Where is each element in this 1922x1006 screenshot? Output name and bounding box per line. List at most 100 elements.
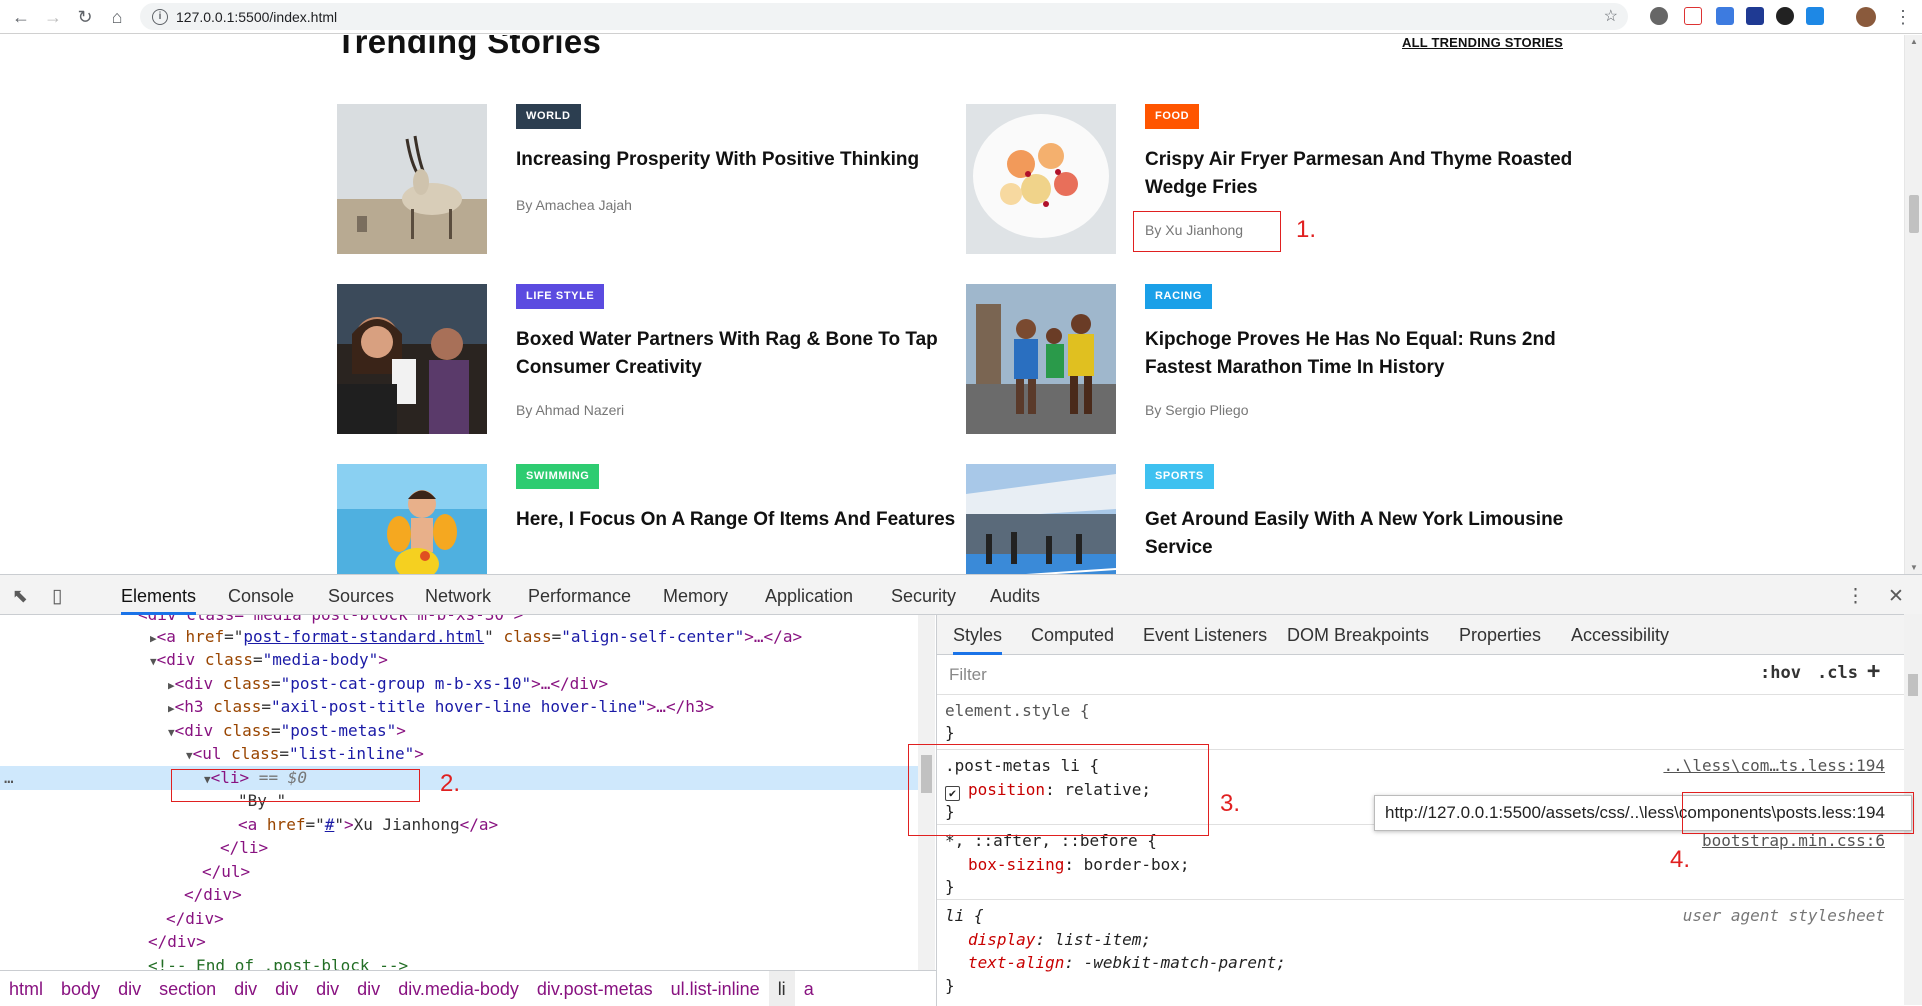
collapsed-triangle-icon[interactable]: ▶ — [168, 702, 175, 715]
tab-audits[interactable]: Audits — [990, 575, 1040, 615]
crumb-section[interactable]: section — [150, 971, 225, 1006]
category-badge[interactable]: RACING — [1145, 284, 1212, 309]
story-author[interactable]: By Amachea Jajah — [516, 197, 632, 213]
forward-icon[interactable]: → — [38, 2, 68, 32]
tab-application[interactable]: Application — [765, 575, 853, 615]
tab-network[interactable]: Network — [425, 575, 491, 615]
dom-node[interactable]: <a href="#">Xu Jianhong</a> — [0, 813, 918, 837]
crumb-div[interactable]: div — [348, 971, 389, 1006]
tab-properties[interactable]: Properties — [1459, 615, 1541, 655]
crumb-list-inline[interactable]: ul.list-inline — [662, 971, 769, 1006]
story-thumbnail-runners[interactable] — [966, 284, 1116, 434]
story-thumbnail-stadium[interactable] — [966, 464, 1116, 574]
story-title[interactable]: Boxed Water Partners With Rag & Bone To … — [516, 326, 956, 382]
story-thumbnail-swimming[interactable] — [337, 464, 487, 574]
dom-close-tag[interactable]: </li> — [0, 836, 918, 860]
story-title[interactable]: Here, I Focus On A Range Of Items And Fe… — [516, 506, 956, 534]
info-icon[interactable]: i — [152, 8, 168, 25]
new-rule-button[interactable]: + — [1867, 659, 1880, 684]
collapsed-triangle-icon[interactable]: ▶ — [150, 632, 157, 645]
rule-source-link[interactable]: ..\less\com…ts.less:194 — [1663, 756, 1885, 775]
story-author[interactable]: By Ahmad Nazeri — [516, 402, 624, 418]
story-author[interactable]: By Sergio Pliego — [1145, 402, 1249, 418]
new-extension-icon[interactable] — [1806, 7, 1824, 25]
dom-node[interactable]: ▶<div class="post-cat-group m-b-xs-10">…… — [0, 672, 918, 696]
crumb-div[interactable]: div — [225, 971, 266, 1006]
tab-elements[interactable]: Elements — [121, 575, 197, 615]
crumb-div[interactable]: div — [109, 971, 150, 1006]
dom-close-tag[interactable]: </ul> — [0, 860, 918, 884]
sync-extension-icon[interactable] — [1716, 7, 1734, 25]
rule-selector[interactable]: element.style { — [945, 699, 1090, 723]
recorder-extension-icon[interactable] — [1776, 7, 1794, 25]
tab-dom-breakpoints[interactable]: DOM Breakpoints — [1287, 615, 1429, 655]
attr-link[interactable]: # — [325, 815, 335, 834]
crumb-body[interactable]: body — [52, 971, 109, 1006]
category-badge[interactable]: FOOD — [1145, 104, 1200, 129]
crumb-li[interactable]: li — [768, 971, 795, 1006]
story-title[interactable]: Kipchoge Proves He Has No Equal: Runs 2n… — [1145, 326, 1585, 382]
reload-icon[interactable]: ↻ — [70, 2, 100, 32]
story-thumbnail-fruit[interactable] — [966, 104, 1116, 254]
menu-icon[interactable]: ⋮ — [1888, 2, 1918, 32]
crumb-div[interactable]: div — [307, 971, 348, 1006]
crumb-media-body[interactable]: div.media-body — [389, 971, 528, 1006]
tab-computed[interactable]: Computed — [1031, 615, 1114, 655]
expanded-triangle-icon[interactable]: ▼ — [186, 749, 193, 762]
story-title[interactable]: Crispy Air Fryer Parmesan And Thyme Roas… — [1145, 146, 1585, 202]
story-thumbnail-antelope[interactable] — [337, 104, 487, 254]
styles-scroll-thumb[interactable] — [1908, 674, 1918, 696]
back-icon[interactable]: ← — [6, 2, 36, 32]
dom-node[interactable]: ▼<div class="post-metas"> — [0, 719, 918, 743]
tab-console[interactable]: Console — [228, 575, 294, 615]
tab-accessibility[interactable]: Accessibility — [1571, 615, 1669, 655]
rule-declaration[interactable]: box-sizing: border-box; — [968, 853, 1190, 877]
class-toggle-button[interactable]: .cls — [1817, 663, 1858, 683]
dom-close-tag[interactable]: </div> — [0, 883, 918, 907]
hover-state-button[interactable]: :hov — [1760, 663, 1801, 683]
crumb-a[interactable]: a — [795, 971, 823, 1006]
more-dots-icon[interactable]: … — [4, 766, 14, 790]
story-title[interactable]: Increasing Prosperity With Positive Thin… — [516, 146, 956, 174]
tab-performance[interactable]: Performance — [528, 575, 631, 615]
story-thumbnail-crowd[interactable] — [337, 284, 487, 434]
dom-close-tag[interactable]: </div> — [0, 907, 918, 931]
address-bar[interactable]: i 127.0.0.1:5500/index.html ☆ — [140, 3, 1628, 30]
category-badge[interactable]: LIFE STYLE — [516, 284, 605, 309]
attr-link[interactable]: post-format-standard.html — [243, 627, 484, 646]
more-options-icon[interactable]: ⋮ — [1846, 585, 1865, 608]
tab-security[interactable]: Security — [891, 575, 956, 615]
crumb-html[interactable]: html — [0, 971, 52, 1006]
scroll-up-icon[interactable]: ▲ — [1910, 37, 1918, 46]
info-extension-icon[interactable] — [1746, 7, 1764, 25]
expanded-triangle-icon[interactable]: ▼ — [168, 726, 175, 739]
tab-styles[interactable]: Styles — [953, 615, 1003, 655]
dom-node[interactable]: ▼<ul class="list-inline"> — [0, 742, 918, 766]
profile-avatar[interactable] — [1856, 7, 1876, 27]
category-badge[interactable]: SPORTS — [1145, 464, 1214, 489]
device-toolbar-icon[interactable]: ▯ — [52, 585, 62, 608]
category-badge[interactable]: WORLD — [516, 104, 581, 129]
dom-node[interactable]: ▼<div class="media-body"> — [0, 648, 918, 672]
crumb-div[interactable]: div — [266, 971, 307, 1006]
drive-extension-icon[interactable] — [1650, 7, 1668, 25]
category-badge[interactable]: SWIMMING — [516, 464, 600, 489]
dom-node[interactable]: ▶<a href="post-format-standard.html" cla… — [0, 625, 918, 649]
bookmark-star-icon[interactable]: ☆ — [1604, 6, 1618, 26]
dom-node[interactable]: ▶<h3 class="axil-post-title hover-line h… — [0, 695, 918, 719]
tab-sources[interactable]: Sources — [328, 575, 394, 615]
inspect-element-icon[interactable]: ⬉ — [12, 585, 28, 608]
home-icon[interactable]: ⌂ — [102, 2, 132, 32]
close-devtools-icon[interactable]: ✕ — [1888, 585, 1904, 608]
tab-memory[interactable]: Memory — [663, 575, 728, 615]
expanded-triangle-icon[interactable]: ▼ — [150, 655, 157, 668]
dom-comment[interactable]: <!-- End of .post-block --> — [0, 954, 918, 970]
crumb-post-metas[interactable]: div.post-metas — [528, 971, 662, 1006]
styles-filter-input[interactable]: Filter — [945, 662, 1745, 688]
story-title[interactable]: Get Around Easily With A New York Limous… — [1145, 506, 1585, 562]
all-trending-link[interactable]: ALL TRENDING STORIES — [1402, 35, 1563, 50]
tab-event-listeners[interactable]: Event Listeners — [1143, 615, 1267, 655]
dom-close-tag[interactable]: </div> — [0, 930, 918, 954]
rule-selector[interactable]: li { — [945, 904, 984, 928]
code-extension-icon[interactable] — [1684, 7, 1702, 25]
